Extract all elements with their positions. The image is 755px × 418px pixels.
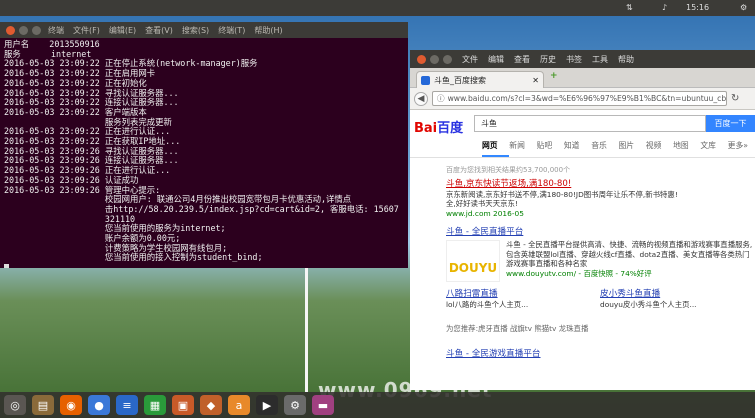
search-tab[interactable]: 音乐 [591,140,618,157]
app-icon[interactable]: ▬ [312,395,334,415]
terminal-menu-item[interactable]: 终端(T) [218,25,245,36]
firefox-menu-item[interactable]: 文件 [462,54,478,65]
new-tab-icon[interactable]: + [550,71,558,81]
result-1: 斗鱼 - 全民直播平台 [446,227,755,238]
tab-baidu[interactable]: 斗鱼_百度搜索 ✕ [416,71,544,88]
software-center-icon[interactable]: ◆ [200,395,222,415]
writer-icon[interactable]: ≡ [116,395,138,415]
result-1-body: 斗鱼 - 全民直播平台提供高清、快捷、流畅的视频直播和游戏赛事直播服务,包含英雄… [506,240,754,278]
ad-desc: 京东新阅读,京东好书送不停,满180-80!JD图书周年让乐不停,新书特惠! [446,189,678,199]
search-tabs: 网页 新闻 贴吧 知道 音乐 图片 视频 地图 文库 更多» [410,140,755,158]
terminal-menu-item[interactable]: 编辑(E) [109,25,136,36]
search-tab[interactable]: 地图 [673,140,700,157]
result-2-title[interactable]: 斗鱼 - 全民游戏直播平台 [446,349,755,360]
search-tab[interactable]: 新闻 [509,140,536,157]
dash-icon[interactable]: ◎ [4,395,26,415]
back-icon[interactable]: ◀ [414,91,428,106]
terminal-menu-item[interactable]: 终端 [48,25,64,36]
firefox-menu-item[interactable]: 编辑 [488,54,504,65]
impress-icon[interactable]: ▣ [172,395,194,415]
ad-title[interactable]: 斗鱼,京东快读节返场,满180-80! [446,179,755,190]
url-bar[interactable]: ⓘ www.baidu.com/s?cl=3&wd=%E6%96%97%E9%B… [432,91,727,106]
firefox-icon[interactable]: ◉ [60,395,82,415]
close-icon[interactable] [6,25,15,35]
launcher-dock: ◎ ▤ ◉ ● ≡ ▦ ▣ ◆ a ▶ ⚙ ▬ [0,392,755,418]
ad-url[interactable]: www.jd.com 2016-05 [446,209,755,219]
sound-icon[interactable]: ♪ [662,2,667,14]
navigation-bar: ◀ ⓘ www.baidu.com/s?cl=3&wd=%E6%96%97%E9… [410,88,755,110]
sub-result-2-title[interactable]: 皮小秀斗鱼直播 [600,289,750,300]
terminal-icon[interactable]: ▶ [256,395,278,415]
related-searches[interactable]: 为您推荐:虎牙直播 战旗tv 熊猫tv 龙珠直播 [446,324,755,334]
search-tab[interactable]: 贴吧 [537,140,564,157]
search-tab[interactable]: 文库 [700,140,727,157]
baidu-page: Bai百度 斗鱼 百度一下 网页 新闻 贴吧 知道 音乐 图片 视频 地图 文库 更多» 百度为您… [410,110,755,390]
minimize-icon[interactable] [430,54,439,64]
sub-result-2-desc: douyu皮小秀斗鱼个人主页... [600,299,697,309]
result-1-url[interactable]: www.douyutv.com/ - 百度快照 - 74%好评 [506,269,754,279]
douyu-logo[interactable]: DOUYU [446,240,500,282]
firefox-menu-item[interactable]: 书签 [566,54,582,65]
terminal-menubar: 终端 文件(F) 编辑(E) 查看(V) 搜索(S) 终端(T) 帮助(H) [48,25,283,36]
paw-icon [421,75,430,85]
firefox-menu-item[interactable]: 帮助 [618,54,634,65]
result-1-title[interactable]: 斗鱼 - 全民直播平台 [446,227,755,238]
terminal-output[interactable]: 用户名 2013550916 服务 internet 2016-05-03 23:0… [0,38,408,268]
info-icon: ⓘ [437,94,445,103]
reload-icon[interactable]: ↻ [731,93,739,104]
close-icon[interactable] [417,54,426,64]
search-tab[interactable]: 图片 [618,140,645,157]
tab-strip: 斗鱼_百度搜索 ✕ + [410,68,755,88]
minimize-icon[interactable] [19,25,28,35]
terminal-menu-item[interactable]: 查看(V) [145,25,173,36]
baidu-logo[interactable]: Bai百度 [414,117,463,136]
ad-result: 斗鱼,京东快读节返场,满180-80! 京东新阅读,京东好书送不停,满180-8… [446,179,755,219]
maximize-icon[interactable] [443,54,452,64]
sub-result-1-title[interactable]: 八路扫雷直播 [446,289,576,300]
close-tab-icon[interactable]: ✕ [532,76,539,85]
firefox-menu-item[interactable]: 历史 [540,54,556,65]
url-text: www.baidu.com/s?cl=3&wd=%E6%96%97%E9%B1%… [447,94,727,103]
amazon-icon[interactable]: a [228,395,250,415]
search-tab[interactable]: 更多» [728,140,755,157]
result-1-desc: 斗鱼 - 全民直播平台提供高清、快捷、流畅的视频直播和游戏赛事直播服务,包含英雄… [506,240,753,268]
top-panel: ⇅ ♪ 15:16 ⚙ [0,0,755,16]
firefox-window: 斗鱼_百度搜索 ✕ + ◀ ⓘ www.baidu.com/s?cl=3&wd=… [410,68,755,390]
terminal-cursor [4,263,9,268]
firefox-menu-item[interactable]: 查看 [514,54,530,65]
sub-result-1: 八路扫雷直播 lol八路的斗鱼个人主页... [446,289,576,309]
tab-title: 斗鱼_百度搜索 [434,75,486,85]
settings-icon[interactable]: ⚙ [740,2,747,14]
maximize-icon[interactable] [32,25,41,35]
terminal-window[interactable]: 终端 文件(F) 编辑(E) 查看(V) 搜索(S) 终端(T) 帮助(H) 用户名 201… [0,22,408,268]
search-button[interactable]: 百度一下 [706,115,755,132]
terminal-menu-item[interactable]: 帮助(H) [254,25,282,36]
sub-result-1-desc: lol八路的斗鱼个人主页... [446,299,529,309]
terminal-menu-item[interactable]: 搜索(S) [182,25,209,36]
clock[interactable]: 15:16 [686,2,709,14]
sub-result-2: 皮小秀斗鱼直播 douyu皮小秀斗鱼个人主页... [600,289,750,309]
system-settings-icon[interactable]: ⚙ [284,395,306,415]
firefox-menubar: 文件 编辑 查看 历史 书签 工具 帮助 [410,50,755,68]
firefox-menu-item[interactable]: 工具 [592,54,608,65]
calc-icon[interactable]: ▦ [144,395,166,415]
terminal-line: 您当前使用的接入控制为student_bind; [4,252,263,263]
ad-desc-2: 全,好好读书天天京东! [446,199,518,208]
search-tab[interactable]: 视频 [646,140,673,157]
result-count: 百度为您找到相关结果约53,700,000个 [446,166,571,174]
search-tab[interactable]: 知道 [564,140,591,157]
terminal-menu-item[interactable]: 文件(F) [73,25,100,36]
chromium-icon[interactable]: ● [88,395,110,415]
search-input[interactable]: 斗鱼 [474,115,706,132]
search-tab[interactable]: 网页 [482,140,510,157]
wind-turbine [305,268,308,392]
files-icon[interactable]: ▤ [32,395,54,415]
network-icon[interactable]: ⇅ [626,2,633,14]
result-2: 斗鱼 - 全民游戏直播平台 [446,349,755,360]
